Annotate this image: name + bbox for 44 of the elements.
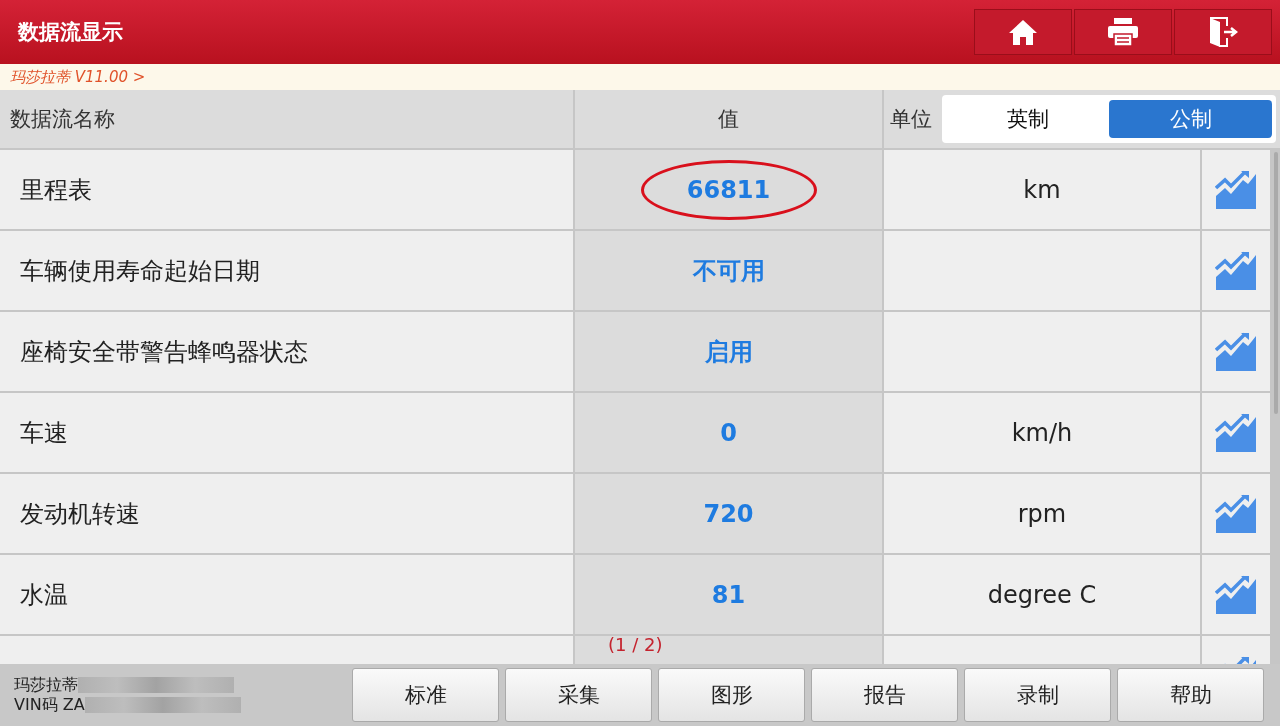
trend-chart-icon[interactable] [1215,574,1257,615]
vin-label: VIN码 ZA [14,695,85,715]
column-header: 值 [575,90,882,148]
parameter-name: 发动机转速 [0,474,573,553]
parameter-value: 66811 [686,175,771,204]
trend-chart-icon[interactable] [1215,250,1257,291]
unit-option[interactable]: 英制 [946,100,1109,138]
parameter-name: 座椅安全带警告蜂鸣器状态 [0,312,573,391]
parameter-name: 车辆使用寿命起始日期 [0,231,573,310]
unit-cell: km/h [884,393,1200,472]
footer-button[interactable]: 标准 [352,668,499,722]
parameter-name: 车速 [0,393,573,472]
exit-button[interactable] [1174,9,1272,55]
column-header: 单位 [890,106,932,133]
parameter-name: 里程表 [0,150,573,229]
trend-chart-icon[interactable] [1215,412,1257,453]
parameter-value: 启用 [704,336,753,368]
screen-title: 数据流显示 [18,19,123,46]
footer-button[interactable]: 帮助 [1117,668,1264,722]
trend-chart-icon[interactable] [1215,331,1257,372]
parameter-value: 720 [703,499,754,528]
page-indicator: (1 / 2) [608,634,663,655]
trend-chart-icon[interactable] [1215,169,1257,210]
unit-cell: rpm [884,474,1200,553]
parameter-value: 不可用 [692,255,765,287]
home-icon [1008,18,1038,46]
unit-option[interactable]: 公制 [1109,100,1272,138]
parameter-value: 81 [711,580,746,609]
footer-button[interactable]: 报告 [811,668,958,722]
breadcrumb-link[interactable]: 玛莎拉蒂 V11.00 > [10,67,146,87]
footer-button[interactable]: 采集 [505,668,652,722]
unit-cell: degree C [884,555,1200,634]
print-icon [1107,17,1139,47]
footer-button[interactable]: 录制 [964,668,1111,722]
parameter-value: 0 [720,418,737,447]
exit-icon [1207,16,1239,48]
column-header: 数据流名称 [0,90,573,148]
unit-cell: km [884,150,1200,229]
vehicle-make: 玛莎拉蒂 [14,675,78,695]
footer-button[interactable]: 图形 [658,668,805,722]
print-button[interactable] [1074,9,1172,55]
trend-chart-icon[interactable] [1215,493,1257,534]
home-button[interactable] [974,9,1072,55]
parameter-name: 水温 [0,555,573,634]
